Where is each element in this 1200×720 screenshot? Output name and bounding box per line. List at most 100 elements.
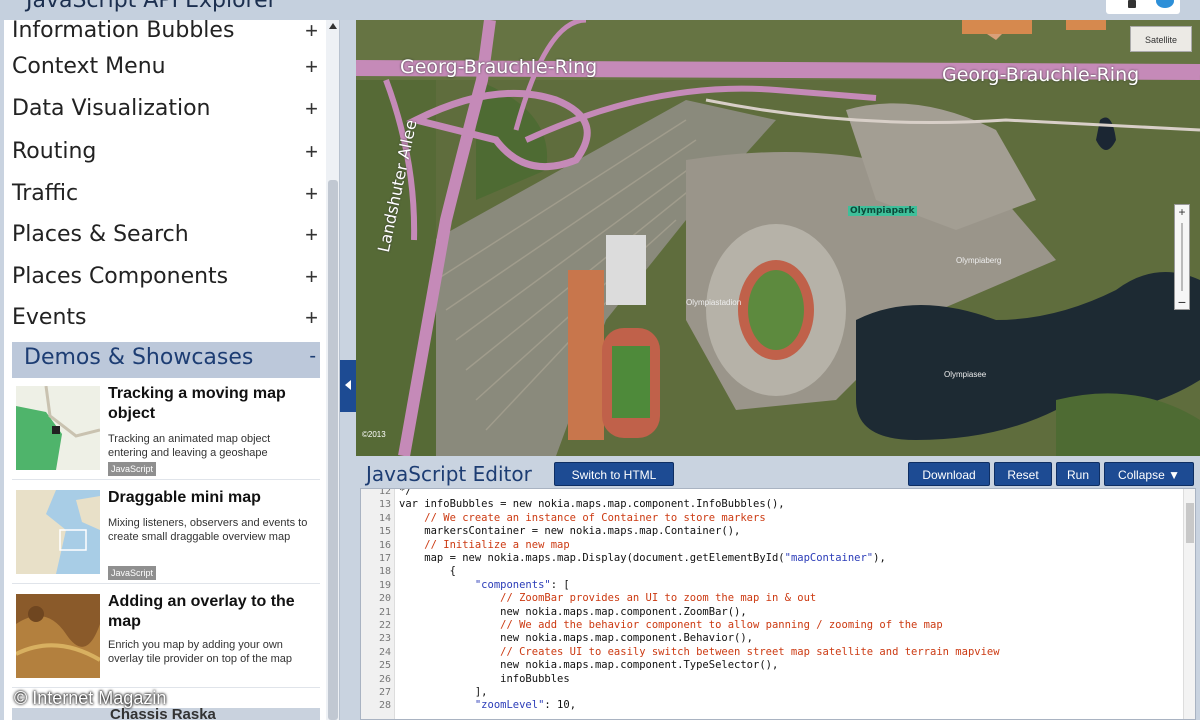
code-line[interactable]: new nokia.maps.map.component.ZoomBar(),: [399, 606, 747, 619]
menu-item-label: Events: [12, 305, 87, 330]
demo-title[interactable]: Tracking a moving map object: [108, 384, 318, 424]
javascript-editor: JavaScript Editor Switch to HTML Downloa…: [356, 458, 1200, 720]
code-line[interactable]: // ZoomBar provides an UI to zoom the ma…: [399, 592, 816, 605]
expand-plus-icon[interactable]: +: [305, 181, 318, 207]
menu-item-label: Traffic: [12, 181, 79, 206]
demo-thumbnail: [16, 594, 100, 678]
sidebar-scrollbar[interactable]: [326, 20, 339, 720]
code-line[interactable]: ],: [399, 686, 488, 699]
demo-card-tracking[interactable]: Tracking a moving map object Tracking an…: [12, 382, 320, 480]
code-line[interactable]: // Creates UI to easily switch between s…: [399, 646, 999, 659]
expand-plus-icon[interactable]: +: [305, 264, 318, 290]
line-number: 20: [378, 593, 391, 605]
line-number: 12: [378, 488, 391, 497]
scrollbar-thumb[interactable]: [328, 180, 338, 720]
code-line[interactable]: new nokia.maps.map.component.Behavior(),: [399, 632, 753, 645]
demo-card-overlay[interactable]: Adding an overlay to the map Enrich you …: [12, 590, 320, 688]
run-button[interactable]: Run: [1056, 462, 1100, 486]
code-line[interactable]: "zoomLevel": 10,: [399, 699, 576, 712]
code-line[interactable]: "components": [: [399, 579, 570, 592]
scrollbar-thumb[interactable]: [1186, 503, 1194, 543]
expand-plus-icon[interactable]: +: [305, 96, 318, 122]
expand-plus-icon[interactable]: +: [305, 54, 318, 80]
watermark: © Internet Magazin: [14, 688, 167, 708]
line-number: 19: [378, 579, 391, 591]
zoom-out-button[interactable]: −: [1175, 295, 1189, 309]
code-line[interactable]: new nokia.maps.map.component.TypeSelecto…: [399, 659, 778, 672]
line-number: 22: [378, 620, 391, 631]
road-label: Georg-Brauchle-Ring: [942, 64, 1140, 86]
line-number: 28: [378, 700, 391, 712]
code-line[interactable]: // We create an instance of Container to…: [399, 512, 765, 525]
code-line[interactable]: */: [399, 489, 412, 498]
expand-plus-icon[interactable]: +: [305, 222, 318, 248]
poi-label[interactable]: Olympiapark: [848, 206, 917, 216]
line-number: 27: [378, 687, 391, 698]
sidebar: Information Bubbles + Context Menu + Dat…: [4, 20, 340, 720]
menu-item-traffic[interactable]: Traffic +: [4, 175, 326, 215]
menu-item-places-components[interactable]: Places Components +: [4, 258, 326, 298]
menu-item-label: Data Visualization: [12, 96, 211, 121]
line-number: 26: [378, 673, 391, 685]
menu-item-label: Routing: [12, 139, 97, 164]
title-bar: JavaScript API Explorer: [0, 0, 1200, 20]
menu-item-label: Context Menu: [12, 54, 166, 79]
demo-thumbnail: [16, 386, 100, 470]
demo-description: Mixing listeners, observers and events t…: [108, 517, 308, 543]
switch-to-html-button[interactable]: Switch to HTML: [554, 462, 674, 486]
line-number: 21: [378, 606, 391, 618]
share-icon[interactable]: [1156, 0, 1174, 8]
expand-plus-icon[interactable]: +: [305, 139, 318, 165]
code-line[interactable]: // We add the behavior component to allo…: [399, 619, 943, 632]
bookmark-icon[interactable]: [1128, 0, 1136, 8]
api-explorer-window: JavaScript API Explorer Information Bubb…: [0, 0, 1200, 720]
line-number: 16: [378, 539, 391, 551]
menu-item-routing[interactable]: Routing +: [4, 133, 326, 173]
code-editor[interactable]: 12 13 14 15 16 17 18 19 20 21 22 23 24 25 26 27 28 */var…: [360, 488, 1196, 720]
code-line[interactable]: infoBubbles: [399, 673, 570, 686]
reset-button[interactable]: Reset: [994, 462, 1052, 486]
demo-card-next[interactable]: Chassis Raska: [12, 706, 320, 720]
menu-item-label: Places & Search: [12, 222, 189, 247]
menu-item-context-menu[interactable]: Context Menu +: [4, 48, 326, 88]
zoom-bar[interactable]: + −: [1174, 204, 1190, 310]
map-small-label: Olympiastadion: [686, 298, 742, 307]
expand-plus-icon[interactable]: +: [305, 20, 318, 44]
demo-tag: JavaScript: [108, 462, 157, 476]
line-number-gutter: 12 13 14 15 16 17 18 19 20 21 22 23 24 25 26 27 28: [361, 488, 395, 719]
code-line[interactable]: // Initialize a new map: [399, 539, 569, 552]
sidebar-collapse-toggle[interactable]: [340, 360, 356, 412]
code-line[interactable]: {: [399, 565, 456, 578]
menu-item-data-visualization[interactable]: Data Visualization +: [4, 90, 326, 130]
road-label: Georg-Brauchle-Ring: [400, 56, 598, 78]
line-number: 15: [378, 526, 391, 538]
chevron-left-icon: [345, 380, 351, 390]
zoom-slider-track[interactable]: [1181, 223, 1183, 291]
line-number: 23: [378, 633, 391, 645]
section-demos-showcases[interactable]: Demos & Showcases -: [12, 342, 320, 378]
demo-title[interactable]: Adding an overlay to the map: [108, 592, 318, 632]
demo-card-draggable-mini-map[interactable]: Draggable mini map Mixing listeners, obs…: [12, 486, 320, 584]
collapse-button[interactable]: Collapse ▼: [1104, 462, 1194, 486]
zoom-in-button[interactable]: +: [1175, 205, 1189, 219]
collapse-minus-icon[interactable]: -: [309, 345, 316, 368]
download-button[interactable]: Download: [908, 462, 990, 486]
code-line[interactable]: markersContainer = new nokia.maps.map.Co…: [399, 525, 740, 538]
menu-item-events[interactable]: Events +: [4, 299, 326, 339]
demo-description: Enrich you map by adding your own overla…: [108, 639, 293, 665]
demo-description: Tracking an animated map object entering…: [108, 433, 271, 459]
line-number: 24: [378, 646, 391, 658]
menu-item-places-search[interactable]: Places & Search +: [4, 216, 326, 256]
expand-plus-icon[interactable]: +: [305, 305, 318, 331]
demo-title[interactable]: Draggable mini map: [108, 488, 318, 508]
demo-tag: JavaScript: [108, 566, 157, 580]
header-toolbar: [1106, 0, 1180, 14]
map-small-label: Olympiaberg: [956, 256, 1002, 265]
scroll-up-arrow-icon[interactable]: [329, 23, 337, 29]
code-line[interactable]: map = new nokia.maps.map.Display(documen…: [399, 552, 886, 565]
map-type-selector-button[interactable]: Satellite: [1130, 26, 1192, 52]
menu-item-label: Places Components: [12, 264, 229, 289]
code-line[interactable]: var infoBubbles = new nokia.maps.map.com…: [399, 498, 785, 511]
code-scrollbar[interactable]: [1183, 489, 1195, 719]
map-view[interactable]: Georg-Brauchle-Ring Georg-Brauchle-Ring …: [356, 20, 1200, 456]
